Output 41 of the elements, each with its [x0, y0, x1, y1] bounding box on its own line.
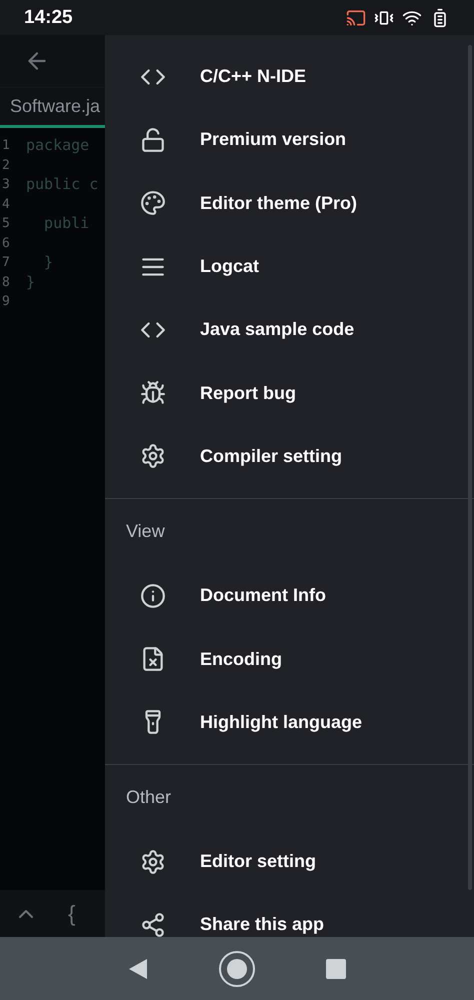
status-time: 14:25: [24, 6, 73, 28]
menu-item[interactable]: Share this app: [200, 914, 324, 936]
menu-item[interactable]: Editor theme (Pro): [200, 192, 358, 214]
info-icon: [140, 582, 166, 609]
back-icon[interactable]: [128, 958, 148, 980]
menu-item[interactable]: Encoding: [200, 648, 282, 670]
settings-icon: [140, 848, 166, 875]
unlocked-padlock-icon: [140, 126, 166, 153]
home-icon[interactable]: [218, 950, 256, 988]
menu-item[interactable]: Highlight language: [200, 712, 362, 733]
menu-item[interactable]: Premium version: [200, 129, 346, 150]
code-line: package: [26, 136, 90, 154]
line-number: 2: [2, 156, 11, 174]
line-number: 3: [2, 176, 11, 194]
line-number: 6: [2, 234, 11, 252]
bug-icon: [140, 380, 166, 406]
brace-key[interactable]: {: [68, 900, 76, 926]
menu-item[interactable]: Document Info: [200, 585, 326, 606]
palette-icon: [140, 190, 166, 216]
menu-item[interactable]: C/C++ N-IDE: [200, 66, 306, 88]
menu-item[interactable]: Editor setting: [200, 851, 316, 872]
settings-icon: [140, 443, 166, 470]
line-number: 9: [2, 293, 11, 311]
menu-item[interactable]: Logcat: [200, 256, 260, 278]
menu-item[interactable]: Report bug: [200, 382, 296, 404]
section-header: View: [125, 520, 166, 544]
line-number: 4: [2, 196, 11, 214]
code-line: public c: [26, 175, 98, 193]
line-number: 5: [2, 215, 11, 233]
recents-icon[interactable]: [326, 958, 346, 978]
share-icon: [140, 912, 166, 937]
line-number: 8: [2, 274, 11, 292]
cast-icon: [346, 8, 366, 28]
menu-item[interactable]: Java sample code: [200, 319, 354, 340]
code-line: }: [43, 253, 54, 271]
section-header: Other: [125, 786, 172, 809]
line-number: 1: [2, 137, 11, 155]
code-line: }: [26, 272, 36, 290]
code-line: publi: [43, 214, 90, 232]
menu-item[interactable]: Compiler setting: [200, 446, 342, 467]
line-number: 7: [2, 254, 11, 272]
